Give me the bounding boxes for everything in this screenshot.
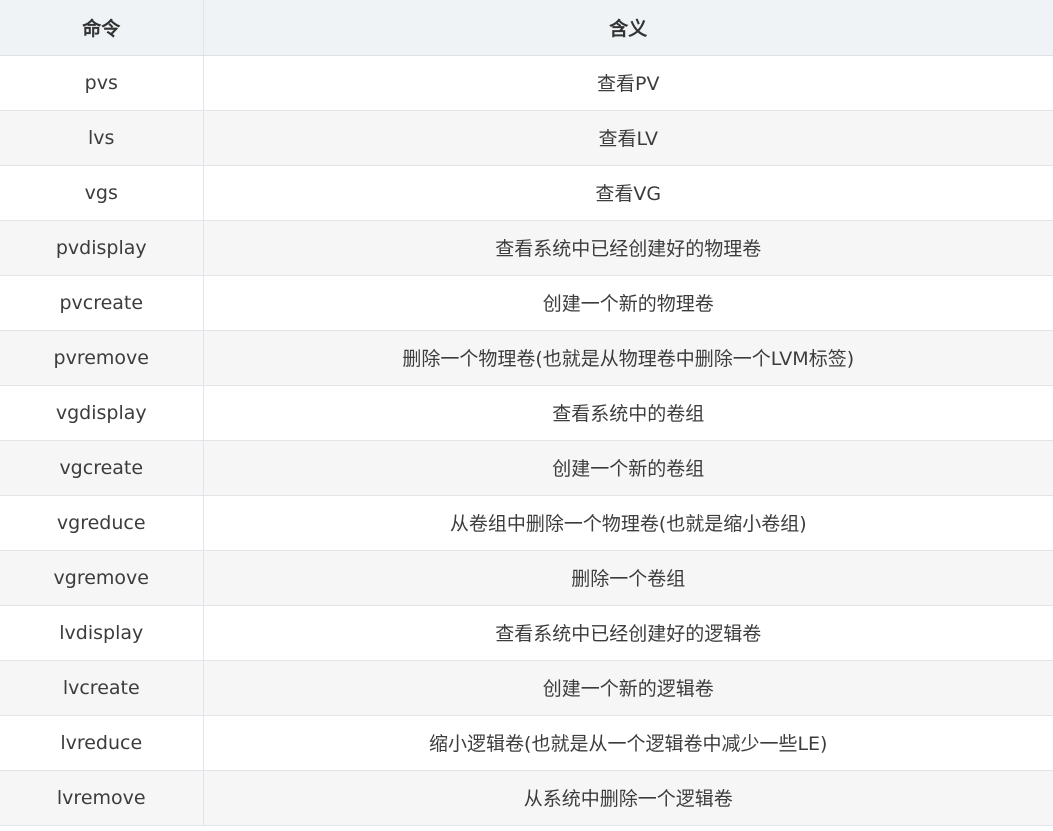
table-row: lvcreate 创建一个新的逻辑卷 (0, 660, 1053, 716)
table-row: vgs 查看VG (0, 165, 1053, 221)
command-table: 命令 含义 pvs 查看PV lvs 查看LV vgs 查看VG pvdispl… (0, 0, 1053, 826)
table-row: lvreduce 缩小逻辑卷(也就是从一个逻辑卷中减少一些LE) (0, 715, 1053, 771)
table-row: pvdisplay 查看系统中已经创建好的物理卷 (0, 220, 1053, 276)
cell-command: pvcreate (0, 275, 204, 331)
header-meaning: 含义 (203, 0, 1053, 56)
header-command: 命令 (0, 0, 204, 56)
cell-command: lvcreate (0, 660, 204, 716)
cell-meaning: 查看系统中的卷组 (203, 385, 1053, 441)
table-row: pvremove 删除一个物理卷(也就是从物理卷中删除一个LVM标签) (0, 330, 1053, 386)
table-row: vgcreate 创建一个新的卷组 (0, 440, 1053, 496)
cell-meaning: 创建一个新的物理卷 (203, 275, 1053, 331)
cell-command: vgdisplay (0, 385, 204, 441)
cell-command: vgreduce (0, 495, 204, 551)
cell-command: lvdisplay (0, 605, 204, 661)
cell-meaning: 创建一个新的卷组 (203, 440, 1053, 496)
cell-meaning: 从系统中删除一个逻辑卷 (203, 770, 1053, 826)
cell-command: pvdisplay (0, 220, 204, 276)
cell-meaning: 查看VG (203, 165, 1053, 221)
cell-meaning: 查看系统中已经创建好的逻辑卷 (203, 605, 1053, 661)
table-row: lvs 查看LV (0, 110, 1053, 166)
cell-command: vgremove (0, 550, 204, 606)
table-body: pvs 查看PV lvs 查看LV vgs 查看VG pvdisplay 查看系… (0, 55, 1053, 826)
cell-command: lvremove (0, 770, 204, 826)
cell-command: vgcreate (0, 440, 204, 496)
cell-command: pvremove (0, 330, 204, 386)
header-row: 命令 含义 (0, 0, 1053, 56)
cell-meaning: 删除一个卷组 (203, 550, 1053, 606)
cell-meaning: 查看PV (203, 55, 1053, 111)
cell-meaning: 从卷组中删除一个物理卷(也就是缩小卷组) (203, 495, 1053, 551)
cell-command: vgs (0, 165, 204, 221)
table-header: 命令 含义 (0, 0, 1053, 56)
table-row: vgdisplay 查看系统中的卷组 (0, 385, 1053, 441)
cell-command: pvs (0, 55, 204, 111)
table-row: pvs 查看PV (0, 55, 1053, 111)
cell-meaning: 查看LV (203, 110, 1053, 166)
cell-meaning: 删除一个物理卷(也就是从物理卷中删除一个LVM标签) (203, 330, 1053, 386)
cell-command: lvs (0, 110, 204, 166)
table-row: pvcreate 创建一个新的物理卷 (0, 275, 1053, 331)
table-row: vgreduce 从卷组中删除一个物理卷(也就是缩小卷组) (0, 495, 1053, 551)
table-row: lvremove 从系统中删除一个逻辑卷 (0, 770, 1053, 826)
table-row: vgremove 删除一个卷组 (0, 550, 1053, 606)
cell-meaning: 创建一个新的逻辑卷 (203, 660, 1053, 716)
table-row: lvdisplay 查看系统中已经创建好的逻辑卷 (0, 605, 1053, 661)
cell-meaning: 查看系统中已经创建好的物理卷 (203, 220, 1053, 276)
cell-meaning: 缩小逻辑卷(也就是从一个逻辑卷中减少一些LE) (203, 715, 1053, 771)
cell-command: lvreduce (0, 715, 204, 771)
